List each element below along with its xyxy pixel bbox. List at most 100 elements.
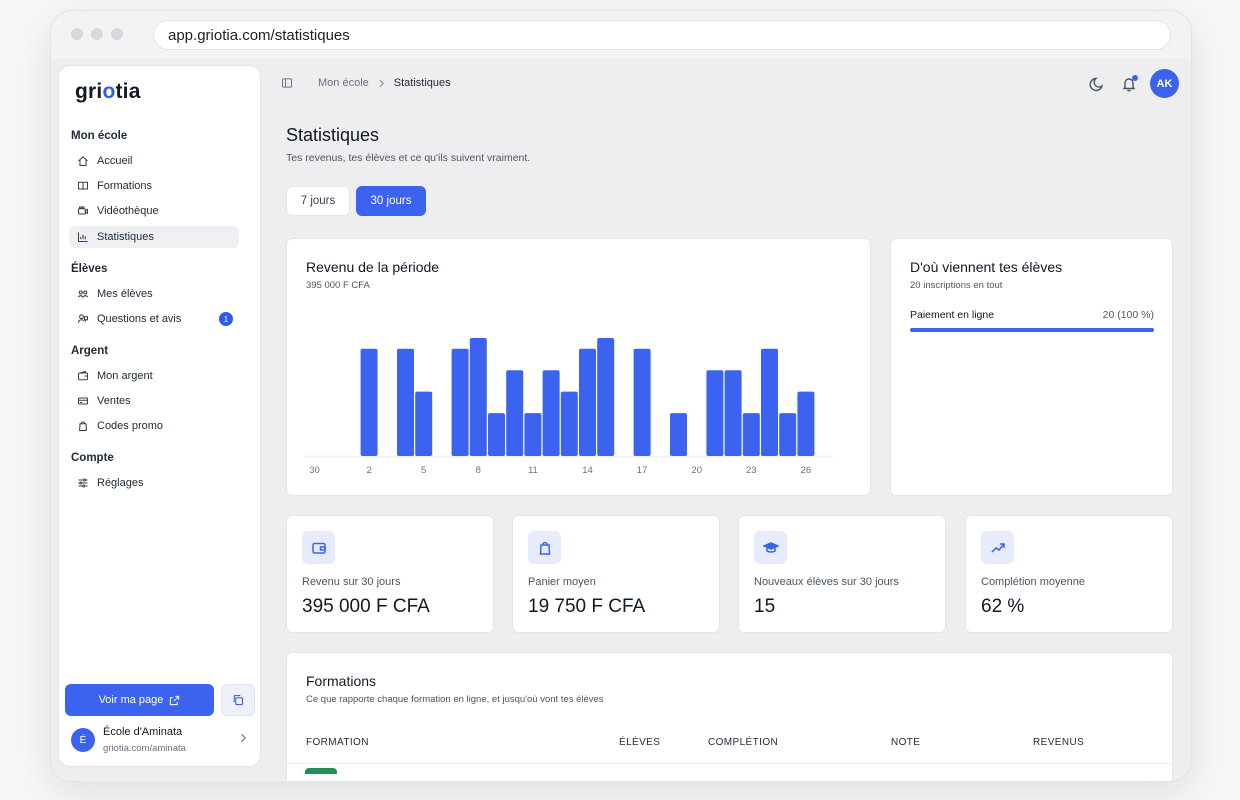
x-tick-label: 26 [801, 465, 812, 476]
kpi-value: 19 750 F CFA [528, 596, 646, 617]
sidebar-item-codes-promo[interactable]: Codes promo [69, 415, 239, 437]
user-avatar[interactable]: AK [1150, 69, 1179, 98]
x-tick-label: 8 [476, 465, 481, 476]
column-header-formation[interactable]: FORMATION [306, 737, 369, 748]
sliders-icon [78, 478, 88, 488]
wallet-icon [311, 542, 326, 554]
sidebar-item-mes-eleves[interactable]: Mes élèves [69, 283, 239, 305]
breadcrumb: Mon école Statistiques [318, 77, 451, 89]
video-icon [77, 206, 89, 215]
school-switcher[interactable]: É École d'Aminata griotia.com/aminata [65, 724, 255, 762]
section-title-argent: Argent [71, 345, 109, 357]
source-progress-fill [910, 328, 1154, 332]
home-icon [78, 156, 88, 167]
section-title-compte: Compte [71, 452, 114, 464]
chart-bar-22[interactable] [724, 370, 742, 456]
shopping-bag-icon [539, 541, 550, 555]
column-header-note[interactable]: NOTE [891, 737, 920, 748]
kpi-value: 395 000 F CFA [302, 596, 430, 617]
sidebar-item-questions-et-avis[interactable]: Questions et avis 1 [69, 308, 239, 330]
chart-bar-13[interactable] [560, 391, 578, 456]
chart-bar-14[interactable] [579, 348, 596, 456]
griotia-logo[interactable]: griotia [75, 80, 141, 104]
chart-bar-11[interactable] [524, 413, 542, 456]
sidebar-item-formations[interactable]: Formations [69, 175, 239, 197]
kpi-label: Nouveaux élèves sur 30 jours [754, 576, 899, 588]
source-label: Paiement en ligne [910, 309, 995, 321]
column-header-revenus[interactable]: REVENUS [1033, 737, 1084, 748]
copy-icon [233, 694, 244, 706]
notification-dot [1132, 75, 1138, 81]
chart-bar-26[interactable] [797, 391, 815, 456]
sidebar-item-reglages[interactable]: Réglages [69, 472, 239, 494]
column-header-eleves[interactable]: ÉLÈVES [619, 737, 660, 748]
moon-icon[interactable] [1089, 76, 1105, 92]
x-tick-label: 20 [691, 465, 702, 476]
table-divider [287, 763, 1172, 764]
sidebar: griotia Mon école Accueil Formations Vid… [58, 65, 261, 767]
sources-card-title: D'où viennent tes élèves [910, 259, 1063, 275]
kpi-label: Complétion moyenne [981, 576, 1085, 588]
sidebar-item-ventes[interactable]: Ventes [69, 390, 239, 412]
chart-bar-9[interactable] [488, 413, 505, 456]
chart-bar-8[interactable] [469, 338, 487, 456]
x-tick-label: 5 [421, 465, 426, 476]
section-title-eleves: Élèves [71, 263, 108, 275]
school-url: griotia.com/aminata [103, 743, 186, 754]
chart-bar-7[interactable] [451, 348, 469, 456]
column-header-completion[interactable]: COMPLÉTION [708, 737, 778, 748]
page-subtitle: Tes revenus, tes élèves et ce qu'ils sui… [286, 152, 531, 164]
sidebar-item-accueil[interactable]: Accueil [69, 150, 239, 172]
source-progress-track [910, 328, 1154, 332]
chart-bar-17[interactable] [633, 348, 651, 456]
chart-bar-5[interactable] [415, 391, 433, 456]
copy-link-button[interactable] [221, 684, 255, 716]
revenue-card: Revenu de la période 395 000 F CFA 30 2 5 8… [286, 238, 871, 496]
chart-bar-4[interactable] [397, 348, 414, 456]
tab-30-jours[interactable]: 30 jours [356, 186, 426, 216]
tag-icon [79, 421, 87, 432]
chart-bar-19[interactable] [670, 413, 687, 456]
trending-up-icon [990, 542, 1005, 553]
window-close-dot[interactable] [71, 28, 83, 40]
sidebar-toggle-icon[interactable] [281, 77, 293, 89]
sidebar-item-mon-argent[interactable]: Mon argent [69, 365, 239, 387]
kpi-value: 62 % [981, 596, 1025, 617]
school-name: École d'Aminata [103, 726, 183, 738]
source-row-online-payment: Paiement en ligne 20 (100 %) [910, 309, 1154, 321]
window-minimize-dot[interactable] [91, 28, 103, 40]
source-value: 20 (100 %) [1102, 309, 1154, 321]
chart-bar-10[interactable] [506, 370, 524, 456]
sidebar-item-videotheque[interactable]: Vidéothèque [69, 200, 239, 222]
chevron-right-icon [241, 733, 247, 743]
chevron-right-icon [379, 79, 384, 87]
graduation-cap-icon [762, 541, 779, 553]
address-bar[interactable]: app.griotia.com/statistiques [153, 20, 1171, 50]
chart-bar-15[interactable] [597, 338, 615, 456]
view-my-page-button[interactable]: Voir ma page [65, 684, 214, 716]
window-maximize-dot[interactable] [111, 28, 123, 40]
browser-chrome: app.griotia.com/statistiques [51, 11, 1191, 59]
formations-card: Formations Ce que rapporte chaque format… [286, 652, 1173, 781]
external-link-icon [170, 695, 180, 705]
kpi-card-revenue: Revenu sur 30 jours 395 000 F CFA [286, 515, 494, 633]
formations-card-title: Formations [306, 673, 377, 689]
formations-card-subtitle: Ce que rapporte chaque formation en lign… [306, 694, 604, 705]
breadcrumb-mon-ecole[interactable]: Mon école [318, 77, 369, 89]
x-tick-label: 14 [582, 465, 593, 476]
chart-bar-23[interactable] [742, 413, 760, 456]
chart-bar-24[interactable] [761, 348, 778, 456]
chart-bar-21[interactable] [706, 370, 724, 456]
sidebar-item-statistiques[interactable]: Statistiques [69, 226, 239, 248]
tab-7-jours[interactable]: 7 jours [286, 186, 350, 216]
x-tick-label: 2 [366, 465, 371, 476]
kpi-label: Revenu sur 30 jours [302, 576, 401, 588]
section-title-mon-ecole: Mon école [71, 130, 128, 142]
chart-bar-12[interactable] [542, 370, 560, 456]
kpi-label: Panier moyen [528, 576, 596, 588]
breadcrumb-current: Statistiques [393, 77, 451, 89]
sources-card-subtitle: 20 inscriptions en tout [910, 280, 1003, 291]
formation-thumbnail [305, 768, 337, 774]
chart-bar-2[interactable] [360, 348, 378, 456]
chart-bar-25[interactable] [779, 413, 797, 456]
